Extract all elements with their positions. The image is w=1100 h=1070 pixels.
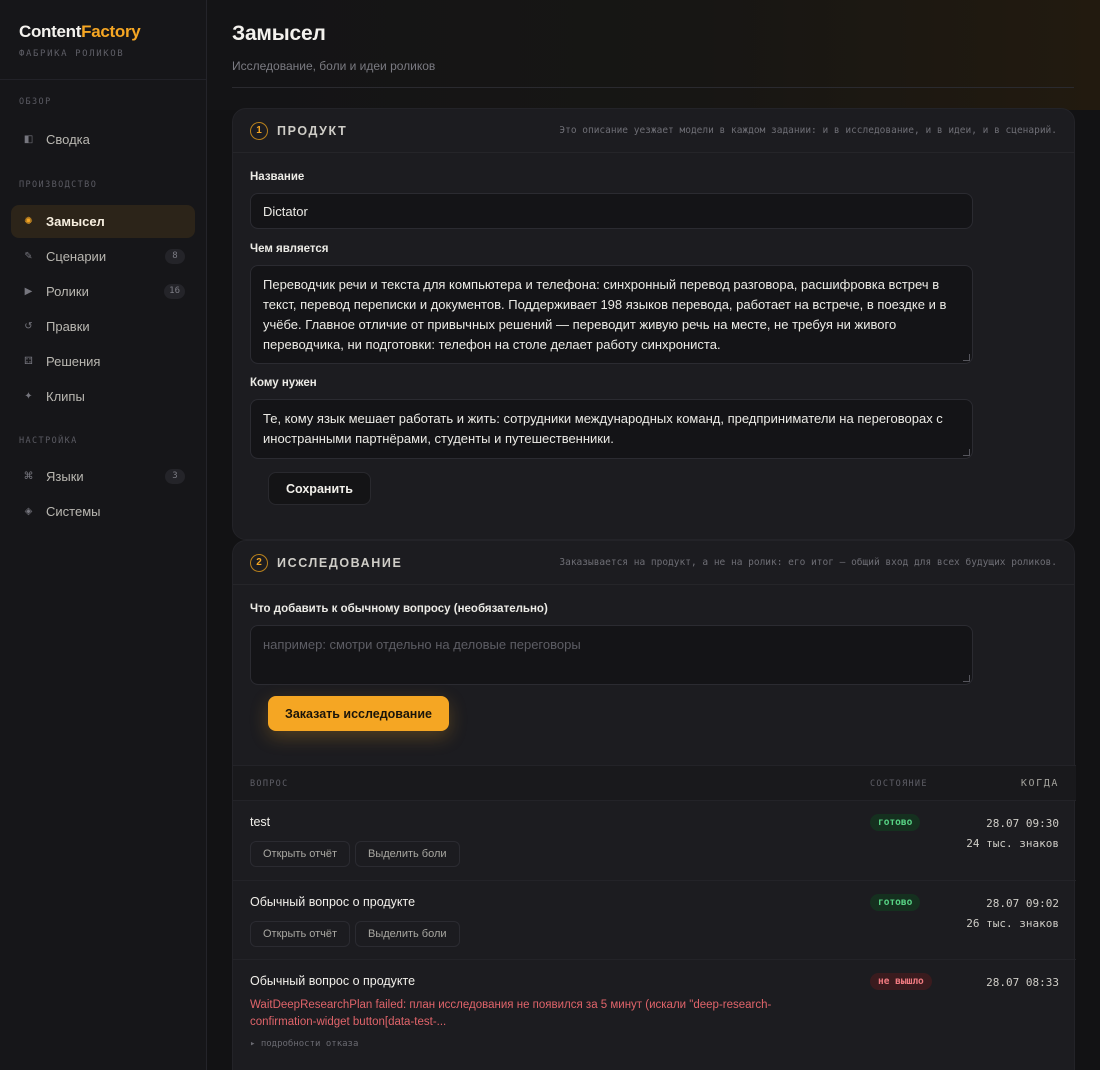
- diamond-icon: ◈: [24, 506, 33, 517]
- column-question: Вопрос: [250, 779, 289, 789]
- row-when: 28.07 08:33: [986, 973, 1059, 993]
- extract-pains-button[interactable]: Выделить боли: [355, 921, 460, 947]
- brand-name-accent: Factory: [81, 22, 141, 41]
- sidebar-item-videos[interactable]: ▶ Ролики 16: [11, 275, 195, 308]
- step-number: 1: [250, 121, 268, 140]
- brand-logo[interactable]: ContentFactory: [19, 22, 187, 42]
- product-name-input[interactable]: Dictator: [250, 193, 973, 229]
- product-what-label: Чем является: [250, 243, 329, 255]
- sidebar: ContentFactory Фабрика роликов Обзор ◧ С…: [0, 0, 207, 1070]
- sidebar-item-label: Системы: [46, 504, 101, 519]
- nav-section-production: Производство: [19, 180, 98, 190]
- research-extra-placeholder: например: смотри отдельно на деловые пер…: [263, 637, 581, 652]
- step-number: 2: [250, 553, 268, 572]
- row-date: 28.07 09:02: [986, 897, 1059, 910]
- sidebar-item-label: Ролики: [46, 284, 89, 299]
- dashboard-icon: ◧: [23, 134, 34, 145]
- product-name-label: Название: [250, 171, 305, 183]
- brand-subtitle: Фабрика роликов: [19, 49, 125, 59]
- order-research-button[interactable]: Заказать исследование: [268, 696, 449, 731]
- column-status: Состояние: [870, 779, 928, 789]
- row-question: Обычный вопрос о продукте: [250, 895, 416, 909]
- product-what-text: Переводчик речи и текста для компьютера …: [263, 277, 947, 352]
- product-card-note: Это описание уезжает модели в каждом зад…: [559, 125, 1057, 136]
- play-icon: ▶: [24, 286, 33, 297]
- failure-details-toggle[interactable]: ▸ подробности отказа: [250, 1039, 358, 1049]
- sidebar-item-label: Языки: [46, 469, 84, 484]
- research-card-note: Заказывается на продукт, а не на ролик: …: [559, 557, 1057, 568]
- sidebar-item-solutions[interactable]: ⚃ Решения: [11, 345, 195, 378]
- sidebar-item-systems[interactable]: ◈ Системы: [11, 495, 195, 528]
- open-report-button[interactable]: Открыть отчёт: [250, 921, 351, 947]
- table-row: Обычный вопрос о продукте Открыть отчёт …: [233, 881, 1076, 960]
- research-extra-textarea[interactable]: например: смотри отдельно на деловые пер…: [250, 625, 973, 685]
- row-size: 26 тыс. знаков: [966, 917, 1059, 930]
- sidebar-item-scripts[interactable]: ✎ Сценарии 8: [11, 240, 195, 273]
- command-icon: ⌘: [23, 471, 34, 482]
- sidebar-item-label: Замысел: [46, 214, 105, 229]
- research-card: 2 Исследование Заказывается на продукт, …: [232, 540, 1076, 1070]
- row-when: 28.07 09:30 24 тыс. знаков: [966, 814, 1059, 854]
- table-row: Обычный вопрос о продукте WaitDeepResear…: [233, 960, 1076, 1070]
- sidebar-item-clips[interactable]: ✦ Клипы: [11, 380, 195, 413]
- product-who-label: Кому нужен: [250, 377, 317, 389]
- sidebar-item-concept[interactable]: ✺ Замысел: [11, 205, 195, 238]
- page-title: Замысел: [232, 22, 326, 45]
- main-content: Замысел Исследование, боли и идеи ролико…: [207, 0, 1100, 1070]
- product-who-text: Те, кому язык мешает работать и жить: со…: [263, 411, 943, 446]
- open-report-button[interactable]: Открыть отчёт: [250, 841, 351, 867]
- pen-icon: ✎: [24, 251, 33, 262]
- sparkle-icon: ✦: [24, 391, 33, 402]
- sidebar-item-count: 3: [165, 469, 185, 484]
- row-date: 28.07 08:33: [986, 976, 1059, 989]
- row-question: Обычный вопрос о продукте: [250, 974, 416, 988]
- product-what-textarea[interactable]: Переводчик речи и текста для компьютера …: [250, 265, 973, 364]
- status-badge: не вышло: [870, 973, 932, 990]
- sidebar-item-label: Правки: [46, 319, 90, 334]
- research-extra-label: Что добавить к обычному вопросу (необяза…: [250, 603, 548, 615]
- row-date: 28.07 09:30: [986, 817, 1059, 830]
- sidebar-item-label: Решения: [46, 354, 101, 369]
- sidebar-item-label: Сводка: [46, 132, 90, 147]
- product-card: 1 Продукт Это описание уезжает модели в …: [232, 108, 1075, 540]
- brand-name-main: Content: [19, 22, 82, 41]
- row-size: 24 тыс. знаков: [966, 837, 1059, 850]
- page-subtitle: Исследование, боли и идеи роликов: [232, 59, 436, 73]
- resize-handle-icon[interactable]: [963, 675, 970, 682]
- column-when: Когда: [1020, 778, 1059, 789]
- sidebar-item-count: 16: [164, 284, 185, 299]
- table-row: test Открыть отчёт Выделить боли готово …: [233, 801, 1076, 881]
- row-question: test: [250, 815, 271, 829]
- refresh-icon: ↺: [24, 321, 33, 332]
- research-card-header: 2 Исследование Заказывается на продукт, …: [233, 541, 1074, 585]
- extract-pains-button[interactable]: Выделить боли: [355, 841, 460, 867]
- resize-handle-icon[interactable]: [963, 354, 970, 361]
- resize-handle-icon[interactable]: [963, 449, 970, 456]
- save-button[interactable]: Сохранить: [268, 472, 371, 505]
- research-table-header: Вопрос Состояние Когда: [233, 765, 1076, 801]
- sidebar-item-languages[interactable]: ⌘ Языки 3: [11, 460, 195, 493]
- row-when: 28.07 09:02 26 тыс. знаков: [966, 894, 1059, 934]
- sidebar-item-label: Клипы: [46, 389, 85, 404]
- sidebar-item-label: Сценарии: [46, 249, 107, 264]
- brand: ContentFactory Фабрика роликов: [0, 0, 206, 80]
- product-who-textarea[interactable]: Те, кому язык мешает работать и жить: со…: [250, 399, 973, 459]
- product-card-header: 1 Продукт Это описание уезжает модели в …: [233, 109, 1074, 153]
- grid-icon: ⚃: [24, 356, 33, 367]
- idea-icon: ✺: [24, 216, 33, 227]
- nav-section-overview: Обзор: [19, 97, 52, 107]
- status-badge: готово: [870, 814, 921, 831]
- product-card-title: Продукт: [277, 123, 348, 138]
- status-badge: готово: [870, 894, 921, 911]
- sidebar-item-count: 8: [165, 249, 185, 264]
- page-header: Замысел Исследование, боли и идеи ролико…: [232, 22, 1074, 88]
- sidebar-item-summary[interactable]: ◧ Сводка: [11, 123, 195, 156]
- research-card-title: Исследование: [277, 555, 403, 570]
- sidebar-item-edits[interactable]: ↺ Правки: [11, 310, 195, 343]
- row-error-message: WaitDeepResearchPlan failed: план исслед…: [250, 999, 772, 1028]
- nav-section-settings: Настройка: [19, 436, 78, 446]
